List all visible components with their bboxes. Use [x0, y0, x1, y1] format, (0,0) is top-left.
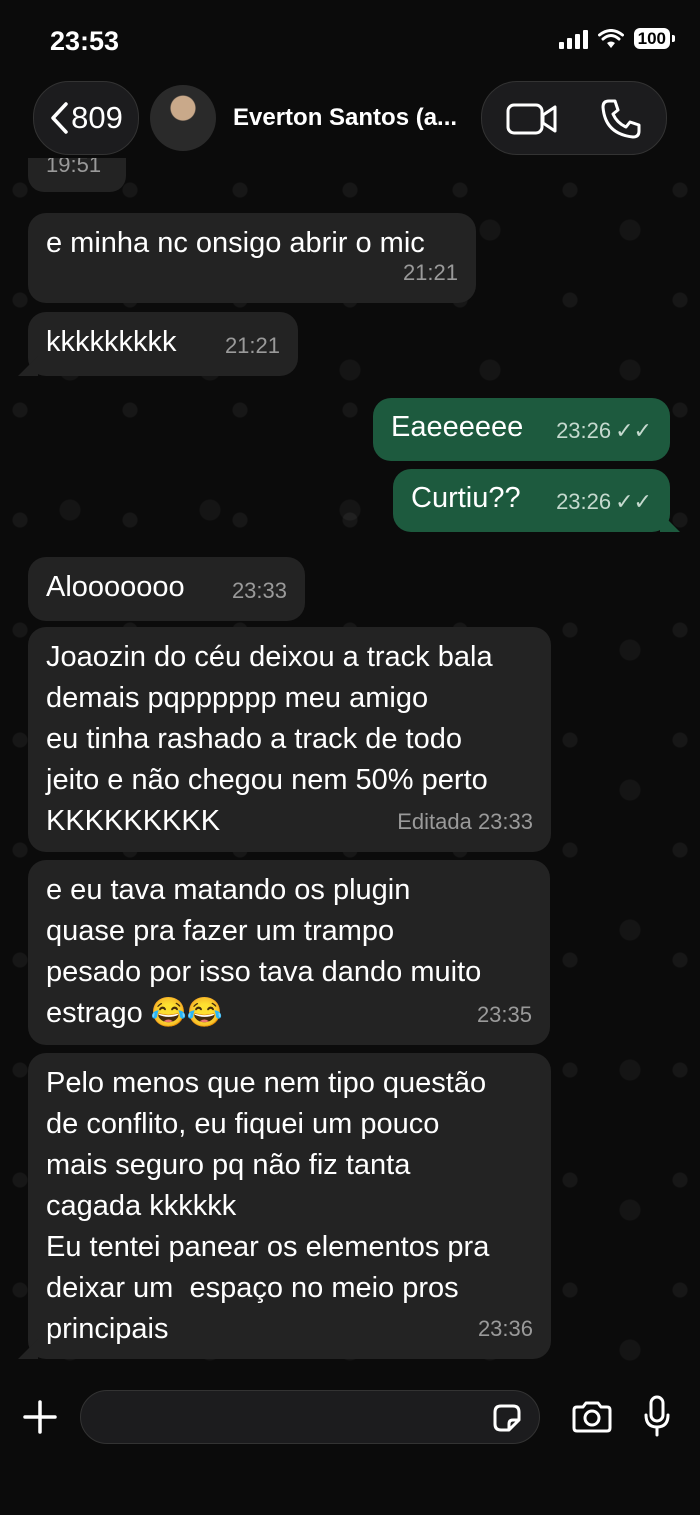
- previous-timestamp: 19:51: [46, 158, 102, 177]
- sticker-icon[interactable]: [491, 1402, 523, 1434]
- unread-count: 809: [71, 100, 123, 135]
- message-bubble-incoming[interactable]: Alooooooo 23:33: [28, 557, 305, 621]
- microphone-icon[interactable]: [643, 1395, 671, 1437]
- message-time: 23:36: [477, 1316, 533, 1341]
- message-bubble-incoming[interactable]: e minha nc onsigo abrir o mic 21:21: [28, 213, 476, 303]
- message-text: e minha nc onsigo abrir o mic: [46, 227, 425, 259]
- message-time: 21:21: [402, 260, 458, 285]
- message-meta: 23:26 ✓✓: [556, 481, 652, 522]
- chevron-left-icon: [51, 102, 68, 134]
- message-bubble-incoming[interactable]: Joaozin do céu deixou a track bala demai…: [28, 627, 551, 852]
- wifi-icon: [597, 28, 624, 48]
- message-bubble-outgoing[interactable]: Eaeeeeee 23:26 ✓✓: [373, 398, 670, 461]
- message-time: 23:26: [556, 418, 612, 443]
- call-actions: [481, 81, 667, 155]
- message-time: 21:21: [224, 333, 280, 358]
- contact-name[interactable]: Everton Santos (a...: [233, 104, 463, 132]
- message-meta: 23:26 ✓✓: [556, 410, 652, 451]
- message-time: 23:35: [476, 1002, 532, 1027]
- plus-icon[interactable]: [22, 1399, 58, 1435]
- video-camera-icon[interactable]: [506, 102, 558, 136]
- message-text: e eu tava matando os plugin quase pra fa…: [46, 874, 482, 1029]
- message-bubble-incoming[interactable]: e eu tava matando os plugin quase pra fa…: [28, 860, 550, 1045]
- camera-icon[interactable]: [571, 1400, 613, 1434]
- previous-message-fragment: 19:51: [28, 158, 126, 192]
- signal-icon: [558, 29, 588, 49]
- message-time: 23:33: [231, 578, 287, 603]
- message-bubble-incoming[interactable]: kkkkkkkkk 21:21: [18, 312, 298, 376]
- status-time: 23:53: [50, 26, 120, 56]
- contact-avatar[interactable]: [150, 85, 216, 151]
- message-bubble-incoming[interactable]: Pelo menos que nem tipo questão de confl…: [18, 1053, 551, 1359]
- message-time: 23:26: [556, 489, 612, 514]
- double-check-icon: ✓✓: [615, 489, 652, 514]
- status-icons: 100: [558, 28, 676, 49]
- message-input[interactable]: [80, 1390, 540, 1444]
- back-button[interactable]: 809: [33, 81, 139, 155]
- battery-indicator: 100: [633, 28, 676, 49]
- message-time: Editada 23:33: [397, 809, 533, 834]
- chat-header: 809 Everton Santos (a...: [0, 75, 700, 165]
- double-check-icon: ✓✓: [615, 418, 652, 443]
- composer-bar: [0, 1375, 700, 1515]
- message-text: Pelo menos que nem tipo questão de confl…: [46, 1067, 490, 1345]
- phone-icon[interactable]: [600, 98, 642, 140]
- message-bubble-outgoing[interactable]: Curtiu?? 23:26 ✓✓: [393, 469, 680, 532]
